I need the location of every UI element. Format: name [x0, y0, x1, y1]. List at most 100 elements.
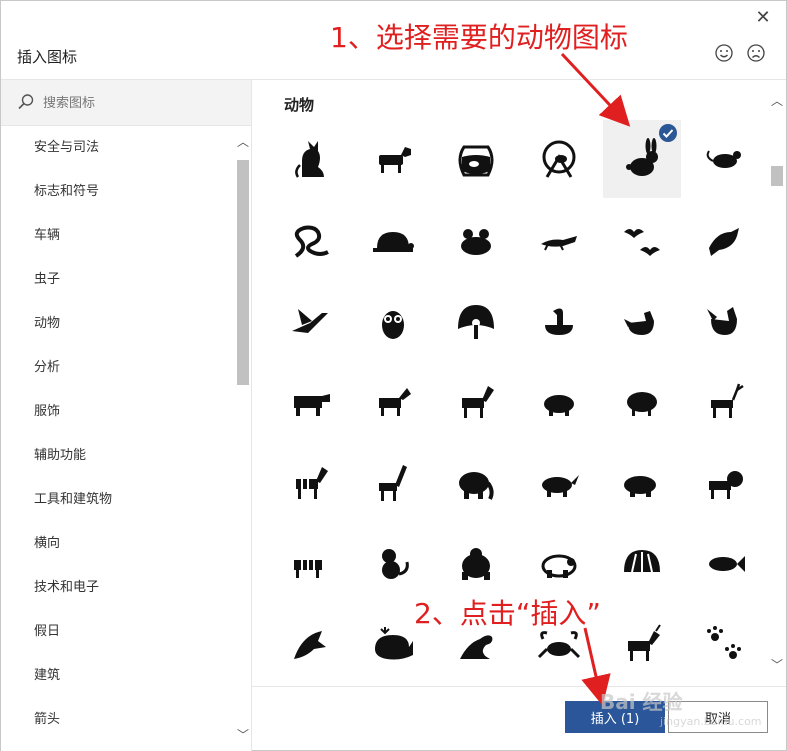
icon-tile[interactable] — [354, 363, 432, 441]
gorilla-icon — [462, 548, 490, 580]
icon-tile[interactable] — [686, 201, 764, 279]
fishbowl-icon — [458, 145, 494, 177]
bird-icon — [709, 228, 739, 256]
panda-icon — [541, 554, 577, 578]
chevron-down-icon[interactable]: ﹀ — [768, 656, 786, 674]
icon-tile[interactable] — [520, 120, 598, 198]
frown-icon[interactable] — [746, 43, 766, 63]
icon-tile[interactable] — [437, 363, 515, 441]
insert-icons-dialog: ✕ 插入图标 安全与司法标志和符号车辆虫子动物分析服饰辅助功能工具和建筑物横向技… — [0, 0, 787, 751]
fish-icon — [709, 556, 745, 572]
category-item[interactable]: 车辆 — [1, 214, 235, 258]
mouse-icon — [706, 150, 741, 168]
category-item[interactable]: 建筑 — [1, 654, 235, 698]
icon-tile[interactable] — [686, 363, 764, 441]
icon-tile[interactable] — [271, 282, 349, 360]
icon-tile[interactable] — [686, 282, 764, 360]
category-item[interactable]: 虫子 — [1, 258, 235, 302]
category-list: 安全与司法 标志和符号 车辆 虫子 动物 分析 服饰 辅助功能 工具和建筑物 横向 技术和电子 假日建… — [1, 126, 235, 751]
icon-tile[interactable] — [437, 444, 515, 522]
icon-tile[interactable] — [271, 363, 349, 441]
icon-tile[interactable] — [437, 120, 515, 198]
category-item[interactable]: 工具和建筑物 — [1, 478, 235, 522]
category-item[interactable]: 箭头 — [1, 698, 235, 742]
close-button[interactable]: ✕ — [750, 7, 776, 29]
section-title: 动物 — [284, 96, 315, 114]
search-icon — [18, 94, 34, 110]
horse-icon — [462, 386, 494, 418]
category-item[interactable]: 服饰 — [1, 390, 235, 434]
category-item[interactable]: 分析 — [1, 346, 235, 390]
watermark-logo: Bai 经验 jingyan.baidu.com — [600, 686, 762, 728]
chevron-up-icon[interactable]: ︿ — [235, 134, 251, 150]
icon-tile[interactable] — [686, 525, 764, 603]
icon-tile[interactable] — [271, 201, 349, 279]
deer-icon — [711, 383, 744, 418]
icon-tile[interactable] — [520, 444, 598, 522]
icon-tile[interactable] — [271, 525, 349, 603]
watermark-text: Bai 经验 — [600, 690, 683, 714]
checkmark-icon — [659, 124, 677, 142]
icon-tile[interactable] — [354, 282, 432, 360]
icon-tile[interactable] — [520, 282, 598, 360]
category-sidebar: 安全与司法标志和符号车辆虫子动物分析服饰辅助功能工具和建筑物横向技术和电子假日建… — [1, 80, 252, 751]
elephant-icon — [459, 472, 494, 500]
hummingbird-icon — [292, 309, 328, 333]
scrollbar-thumb[interactable] — [237, 160, 249, 385]
icon-tile[interactable] — [520, 363, 598, 441]
frog-icon — [461, 229, 491, 255]
icon-tile[interactable] — [437, 201, 515, 279]
shark-icon — [294, 631, 326, 659]
icon-tile[interactable] — [603, 444, 681, 522]
category-item[interactable]: 技术和电子 — [1, 566, 235, 610]
lizard-icon — [541, 236, 577, 251]
smile-icon[interactable] — [714, 43, 734, 63]
icon-tile[interactable] — [603, 606, 681, 684]
icon-tile[interactable] — [354, 201, 432, 279]
icon-tile[interactable] — [686, 606, 764, 684]
turtle-icon — [373, 232, 414, 252]
zebra-icon — [296, 467, 328, 499]
duck-icon — [545, 308, 573, 335]
icon-tile[interactable] — [686, 120, 764, 198]
snake-icon — [294, 225, 329, 258]
chevron-up-icon[interactable]: ︿ — [768, 92, 786, 110]
category-item[interactable]: 安全与司法 — [1, 126, 235, 170]
icon-panel-scrollbar[interactable]: ︿ ﹀ — [768, 80, 786, 686]
category-item[interactable]: 横向 — [1, 522, 235, 566]
icon-tile[interactable] — [603, 525, 681, 603]
icon-tile[interactable] — [686, 444, 764, 522]
icon-tile[interactable] — [271, 606, 349, 684]
icon-tile[interactable] — [603, 120, 681, 198]
annotation-step2: 2、点击“插入” — [414, 597, 601, 630]
sidebar-scrollbar[interactable]: ︿ ﹀ — [235, 126, 251, 751]
monkey-icon — [382, 549, 409, 579]
giraffe-icon — [379, 465, 407, 501]
owl-icon — [382, 311, 404, 339]
search-input[interactable] — [41, 90, 235, 116]
icon-tile[interactable] — [354, 120, 432, 198]
icon-tile[interactable] — [271, 444, 349, 522]
watermark-url: jingyan.baidu.com — [660, 715, 762, 728]
scrollbar-thumb[interactable] — [771, 166, 783, 186]
category-item[interactable]: 标志和符号 — [1, 170, 235, 214]
dog-icon — [379, 147, 411, 173]
category-item[interactable]: 辅助功能 — [1, 434, 235, 478]
cat-icon — [295, 141, 324, 178]
rabbit-icon — [626, 138, 658, 176]
icon-tile[interactable] — [271, 120, 349, 198]
paw-prints-icon — [707, 626, 741, 659]
bats-icon — [624, 229, 660, 256]
feedback-icons — [714, 43, 766, 63]
icon-tile[interactable] — [603, 282, 681, 360]
icon-tile[interactable] — [603, 201, 681, 279]
icon-tile[interactable] — [520, 201, 598, 279]
icon-tile[interactable] — [354, 444, 432, 522]
annotation-step1: 1、选择需要的动物图标 — [330, 21, 628, 54]
icon-tile[interactable] — [603, 363, 681, 441]
cow-icon — [294, 394, 330, 416]
category-item[interactable]: 动物 — [1, 302, 235, 346]
category-item[interactable]: 假日 — [1, 610, 235, 654]
icon-tile[interactable] — [437, 282, 515, 360]
chevron-down-icon[interactable]: ﹀ — [235, 727, 251, 743]
